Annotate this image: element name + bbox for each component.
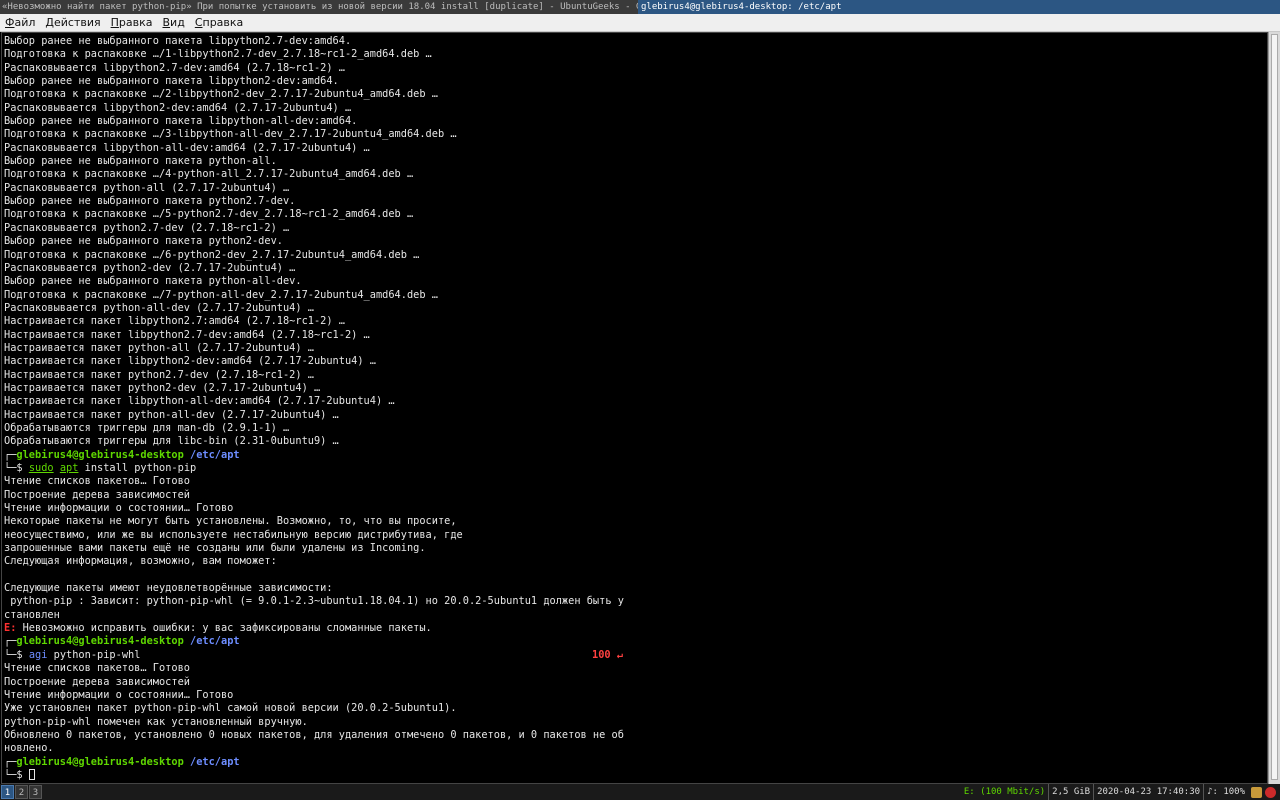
- workspace-3[interactable]: 3: [29, 785, 42, 799]
- output-line: становлен: [4, 608, 60, 621]
- output-line: Распаковывается libpython2-dev:amd64 (2.…: [4, 101, 352, 114]
- prompt-path: /etc/apt: [190, 755, 240, 768]
- output-line: Подготовка к распаковке …/5-python2.7-de…: [4, 208, 414, 221]
- output-line: Настраивается пакет python-all (2.7.17-2…: [4, 341, 314, 354]
- menu-bar: Файл Действия Правка Вид Справка: [0, 14, 1280, 32]
- output-line: Настраивается пакет libpython-all-dev:am…: [4, 395, 395, 408]
- prompt-path: /etc/apt: [190, 448, 240, 461]
- network-status: E: (100 Mbit/s): [963, 787, 1046, 797]
- window-title-bar: «Невозможно найти пакет python-pip» При …: [0, 0, 1280, 14]
- text-cursor: [28, 768, 35, 780]
- output-line: запрошенные вами пакеты ещё не созданы и…: [4, 542, 426, 555]
- output-line: Распаковывается python-all (2.7.17-2ubun…: [4, 181, 290, 194]
- prompt-user-host: glebirus4@glebirus4-desktop: [16, 448, 184, 461]
- output-block-pip-whl: Чтение списков пакетов… Готово Построение…: [4, 662, 1267, 755]
- prompt-user-host: glebirus4@glebirus4-desktop: [16, 755, 184, 768]
- output-line: Настраивается пакет libpython2.7:amd64 (…: [4, 315, 345, 328]
- scrollbar-thumb[interactable]: [1271, 34, 1278, 780]
- output-line: Настраивается пакет libpython2-dev:amd64…: [4, 355, 376, 368]
- error-line: E: Невозможно исправить ошибки: у вас за…: [4, 622, 432, 635]
- prompt-line: ┌─glebirus4@glebirus4-desktop /etc/apt: [4, 755, 240, 768]
- memory-status: 2,5 GiB: [1048, 784, 1093, 800]
- output-block-install-log: Выбор ранее не выбранного пакета libpyth…: [4, 35, 1267, 449]
- output-line: Распаковывается python2.7-dev (2.7.18~rc…: [4, 221, 290, 234]
- output-line: новлено.: [4, 742, 54, 755]
- output-line: Распаковывается libpython-all-dev:amd64 …: [4, 141, 370, 154]
- terminal-output[interactable]: Выбор ранее не выбранного пакета libpyth…: [1, 32, 1268, 784]
- output-line: Следующие пакеты имеют неудовлетворённые…: [4, 582, 333, 595]
- terminal-scrollbar[interactable]: [1268, 32, 1280, 784]
- output-line: Чтение списков пакетов… Готово: [4, 475, 190, 488]
- output-line: Некоторые пакеты не могут быть установле…: [4, 515, 457, 528]
- prompt-line: ┌─glebirus4@glebirus4-desktop /etc/apt: [4, 635, 240, 648]
- output-line: Обновлено 0 пакетов, установлено 0 новых…: [4, 728, 624, 741]
- menu-view[interactable]: Вид: [158, 14, 190, 31]
- command-line: └─$ sudo apt install python-pip: [4, 462, 197, 474]
- output-line: Следующая информация, возможно, вам помо…: [4, 555, 277, 568]
- output-line: Выбор ранее не выбранного пакета libpyth…: [4, 115, 358, 128]
- prompt-path: /etc/apt: [190, 635, 240, 648]
- workspace-2[interactable]: 2: [15, 785, 28, 799]
- output-line: Подготовка к распаковке …/1-libpython2.7…: [4, 48, 432, 61]
- exit-status: 100 ↵: [592, 648, 623, 661]
- output-line: неосуществимо, или же вы используете нес…: [4, 528, 463, 541]
- output-line: Выбор ранее не выбранного пакета libpyth…: [4, 35, 352, 47]
- output-line: Распаковывается libpython2.7-dev:amd64 (…: [4, 61, 345, 74]
- output-line: Распаковывается python-all-dev (2.7.17-2…: [4, 301, 314, 314]
- volume-status: ♪: 100%: [1203, 784, 1248, 800]
- input-line[interactable]: └─$: [4, 768, 1267, 782]
- command-args: install python-pip: [78, 462, 197, 474]
- output-line: Выбор ранее не выбранного пакета python-…: [4, 275, 302, 288]
- output-block-pip-error: Чтение списков пакетов… Готово Построение…: [4, 475, 1267, 622]
- output-line: Подготовка к распаковке …/6-python2-dev_…: [4, 248, 420, 261]
- output-line: Обрабатываются триггеры для man-db (2.9.…: [4, 421, 290, 434]
- output-line: Подготовка к распаковке …/2-libpython2-d…: [4, 88, 438, 101]
- output-line: Выбор ранее не выбранного пакета python2…: [4, 235, 283, 248]
- output-line: Подготовка к распаковке …/3-libpython-al…: [4, 128, 457, 141]
- command-apt: apt: [59, 462, 79, 474]
- output-line: Построение дерева зависимостей: [4, 488, 190, 501]
- inactive-window-title[interactable]: «Невозможно найти пакет python-pip» При …: [0, 0, 638, 14]
- output-line: Чтение списков пакетов… Готово: [4, 662, 190, 675]
- active-window-title[interactable]: glebirus4@glebirus4-desktop: /etc/apt: [638, 0, 1280, 14]
- output-line: Выбор ранее не выбранного пакета python-…: [4, 155, 277, 168]
- clock: 2020-04-23 17:40:30: [1093, 784, 1203, 800]
- workspace-1[interactable]: 1: [1, 785, 14, 799]
- command-agi: agi: [28, 648, 48, 661]
- error-prefix: E:: [4, 622, 17, 635]
- output-line: Настраивается пакет python2.7-dev (2.7.1…: [4, 368, 314, 381]
- menu-edit[interactable]: Правка: [106, 14, 158, 31]
- output-line: Уже установлен пакет python-pip-whl само…: [4, 702, 457, 715]
- output-line: Настраивается пакет libpython2.7-dev:amd…: [4, 328, 370, 341]
- output-line: Подготовка к распаковке …/7-python-all-d…: [4, 288, 438, 301]
- command-line: └─$ agi python-pip-whl 100 ↵: [4, 648, 623, 661]
- tray-update-icon[interactable]: [1265, 786, 1276, 798]
- output-line: Чтение информации о состоянии… Готово: [4, 502, 234, 515]
- command-sudo: sudo: [28, 462, 54, 474]
- output-line: Настраивается пакет python-all-dev (2.7.…: [4, 408, 339, 421]
- output-line: Подготовка к распаковке …/4-python-all_2…: [4, 168, 414, 181]
- prompt-user-host: glebirus4@glebirus4-desktop: [16, 635, 184, 648]
- output-line: Выбор ранее не выбранного пакета python2…: [4, 195, 296, 208]
- tray-app-icon[interactable]: [1251, 786, 1262, 798]
- prompt-line: ┌─glebirus4@glebirus4-desktop /etc/apt: [4, 448, 240, 461]
- status-indicators: E: (100 Mbit/s) 2,5 GiB 2020-04-23 17:40…: [961, 784, 1280, 800]
- menu-actions[interactable]: Действия: [40, 14, 105, 31]
- output-line: Настраивается пакет python2-dev (2.7.17-…: [4, 381, 321, 394]
- output-line: python-pip-whl помечен как установленный…: [4, 715, 308, 728]
- output-line: python-pip : Зависит: python-pip-whl (= …: [4, 595, 624, 608]
- output-line: Распаковывается python2-dev (2.7.17-2ubu…: [4, 261, 296, 274]
- output-line: Обрабатываются триггеры для libc-bin (2.…: [4, 435, 339, 448]
- command-args: python-pip-whl: [47, 648, 141, 661]
- status-bar: 1 2 3 E: (100 Mbit/s) 2,5 GiB 2020-04-23…: [0, 784, 1280, 800]
- output-line: Выбор ранее не выбранного пакета libpyth…: [4, 75, 339, 88]
- output-line: Построение дерева зависимостей: [4, 675, 190, 688]
- menu-file[interactable]: Файл: [0, 14, 40, 31]
- output-line: Чтение информации о состоянии… Готово: [4, 688, 234, 701]
- menu-help[interactable]: Справка: [190, 14, 248, 31]
